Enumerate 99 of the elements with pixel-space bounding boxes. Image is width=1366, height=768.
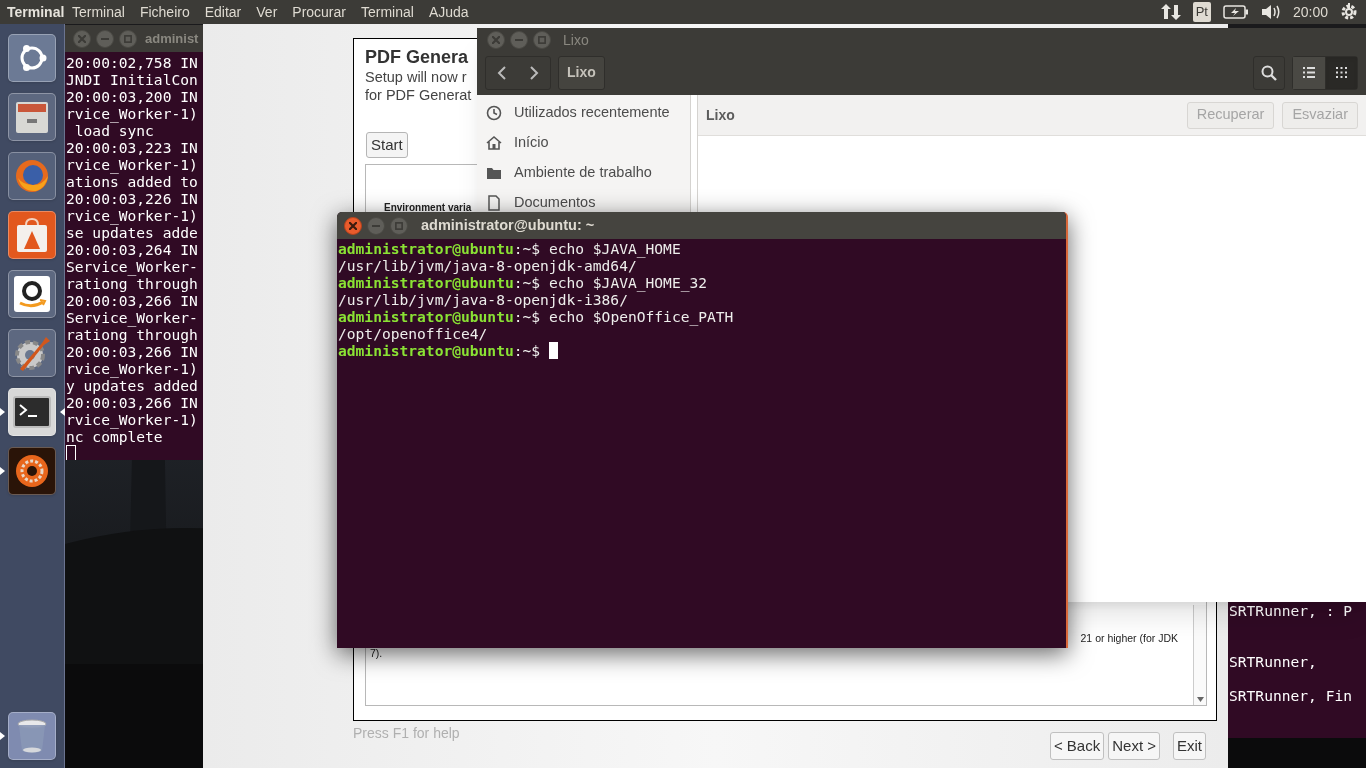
start-button[interactable]: Start — [366, 132, 408, 158]
window-title: Lixo — [563, 30, 589, 50]
terminal-line: rvice_Worker-1) — [66, 411, 199, 428]
clock-icon — [486, 105, 502, 121]
terminal-output: /usr/lib/jvm/java-8-openjdk-i386/ — [338, 291, 628, 308]
search-button[interactable] — [1253, 55, 1285, 90]
section-heading: Environment varia — [384, 201, 472, 215]
terminal-line: load sync — [74, 122, 154, 139]
scroll-down-icon[interactable] — [1196, 697, 1204, 702]
command-text: :~$ echo $JAVA_HOME_32 — [513, 274, 708, 291]
text-cursor — [66, 445, 76, 460]
terminal-line: 20:00:03,266 IN — [66, 292, 199, 309]
terminal-line: Service_Worker- — [66, 309, 199, 326]
terminal-output: /opt/openoffice4/ — [338, 325, 489, 342]
page-subtitle: Setup will now r — [365, 68, 467, 86]
window-title: administrator@ubuntu: ~ — [421, 215, 595, 235]
location-label: Lixo — [706, 105, 735, 125]
terminal-line: 20:00:03,266 IN — [66, 343, 199, 360]
terminal-line: Service_Worker- — [66, 258, 199, 275]
sidebar-item[interactable]: Documentos — [477, 194, 690, 212]
prompt-user: administrator@ubuntu — [338, 274, 514, 291]
terminal-line: rvice_Worker-1) — [66, 360, 199, 377]
maximize-icon — [124, 34, 132, 43]
chevron-left-icon — [497, 65, 507, 80]
app-title: Terminal — [6, 2, 66, 22]
grid-icon — [1336, 67, 1347, 78]
terminal-line: 20:00:03,266 IN — [66, 394, 199, 411]
window-title: administ — [145, 29, 199, 48]
path-button[interactable]: Lixo — [558, 55, 605, 90]
terminal-line: rationg through — [66, 326, 199, 343]
volume-icon[interactable] — [1260, 4, 1281, 20]
terminal-line: 20:00:03,200 IN — [66, 88, 199, 105]
menu-item[interactable]: Procurar — [291, 1, 347, 23]
command-text: :~$ echo $JAVA_HOME — [513, 240, 681, 257]
body-text: 7). — [370, 646, 383, 661]
minimize-icon — [101, 37, 109, 40]
maximize-icon — [395, 221, 403, 230]
menu-item[interactable]: Terminal — [360, 1, 415, 23]
list-icon — [1303, 67, 1315, 78]
help-text: Press F1 for help — [353, 724, 460, 743]
terminal-line: 20:00:02,758 IN — [66, 54, 199, 71]
wizard-button[interactable]: Exit — [1173, 732, 1206, 760]
terminal-line: y updates added — [66, 377, 199, 394]
terminal-line: 20:00:03,226 IN — [66, 190, 199, 207]
terminal-line: rationg through — [66, 275, 199, 292]
sidebar-item[interactable]: Ambiente de trabalho — [477, 164, 690, 182]
terminal-line: rvice_Worker-1) — [66, 156, 199, 173]
page-subtitle: for PDF Generat — [365, 86, 472, 104]
menu-item[interactable]: Editar — [203, 1, 243, 23]
terminal-line: SRTRunner, : P — [1229, 602, 1353, 619]
terminal-line: JNDI InitialCon — [66, 71, 199, 88]
terminal-line: se updates adde — [66, 224, 199, 241]
command-text: :~$ echo $OpenOffice_PATH — [513, 308, 734, 325]
home-icon — [486, 135, 502, 151]
menu-item[interactable]: Ficheiro — [138, 1, 191, 23]
scrollbar[interactable] — [1193, 605, 1206, 705]
terminal-line: rvice_Worker-1) — [66, 207, 199, 224]
terminal-line: SRTRunner, — [1229, 653, 1318, 670]
prompt-user: administrator@ubuntu — [338, 342, 514, 359]
launcher-item[interactable] — [8, 447, 56, 495]
maximize-icon — [538, 36, 546, 44]
battery-icon[interactable] — [1222, 5, 1249, 19]
wizard-button[interactable]: Next > — [1108, 732, 1160, 760]
chevron-right-icon — [529, 65, 539, 80]
close-icon — [349, 221, 357, 230]
terminal-output: /usr/lib/jvm/java-8-openjdk-amd64/ — [338, 257, 637, 274]
minimize-icon — [515, 39, 523, 41]
terminal-line: nc complete — [66, 428, 163, 445]
wizard-button[interactable]: < Back — [1049, 732, 1105, 760]
menu-item[interactable]: AJuda — [427, 1, 470, 23]
clock[interactable]: 20:00 — [1292, 1, 1328, 23]
menu-item[interactable]: Ver — [255, 1, 279, 23]
terminal-line: rvice_Worker-1) — [66, 105, 199, 122]
menu-item[interactable]: Terminal — [71, 1, 126, 23]
folder-icon — [486, 165, 502, 181]
sidebar-item[interactable]: Utilizados recentemente — [477, 104, 690, 122]
command-text: :~$ — [513, 342, 542, 359]
prompt-user: administrator@ubuntu — [338, 308, 514, 325]
close-icon — [492, 36, 500, 44]
terminal-line: SRTRunner, Fin — [1229, 687, 1353, 704]
sidebar-item[interactable]: Início — [477, 134, 690, 152]
launcher-item[interactable] — [8, 388, 56, 436]
power-icon[interactable] — [1340, 3, 1358, 21]
minimize-icon — [372, 224, 380, 227]
page-title: PDF Genera — [365, 46, 469, 68]
list-view-button[interactable] — [1293, 56, 1325, 89]
document-icon — [486, 195, 502, 211]
terminal-line: 20:00:03,264 IN — [66, 241, 199, 258]
prompt-user: administrator@ubuntu — [338, 240, 514, 257]
keyboard-layout-indicator[interactable]: Pt — [1192, 2, 1211, 22]
search-icon — [1261, 64, 1277, 81]
grid-view-button[interactable] — [1325, 56, 1357, 89]
close-icon — [78, 34, 86, 43]
network-icon[interactable] — [1160, 3, 1181, 21]
terminal-line: 20:00:03,223 IN — [66, 139, 199, 156]
close-button[interactable] — [344, 216, 362, 235]
body-text: 21 or higher (for JDK — [1080, 631, 1178, 646]
terminal-line: ations added to — [66, 173, 199, 190]
launcher-item[interactable] — [8, 270, 56, 318]
